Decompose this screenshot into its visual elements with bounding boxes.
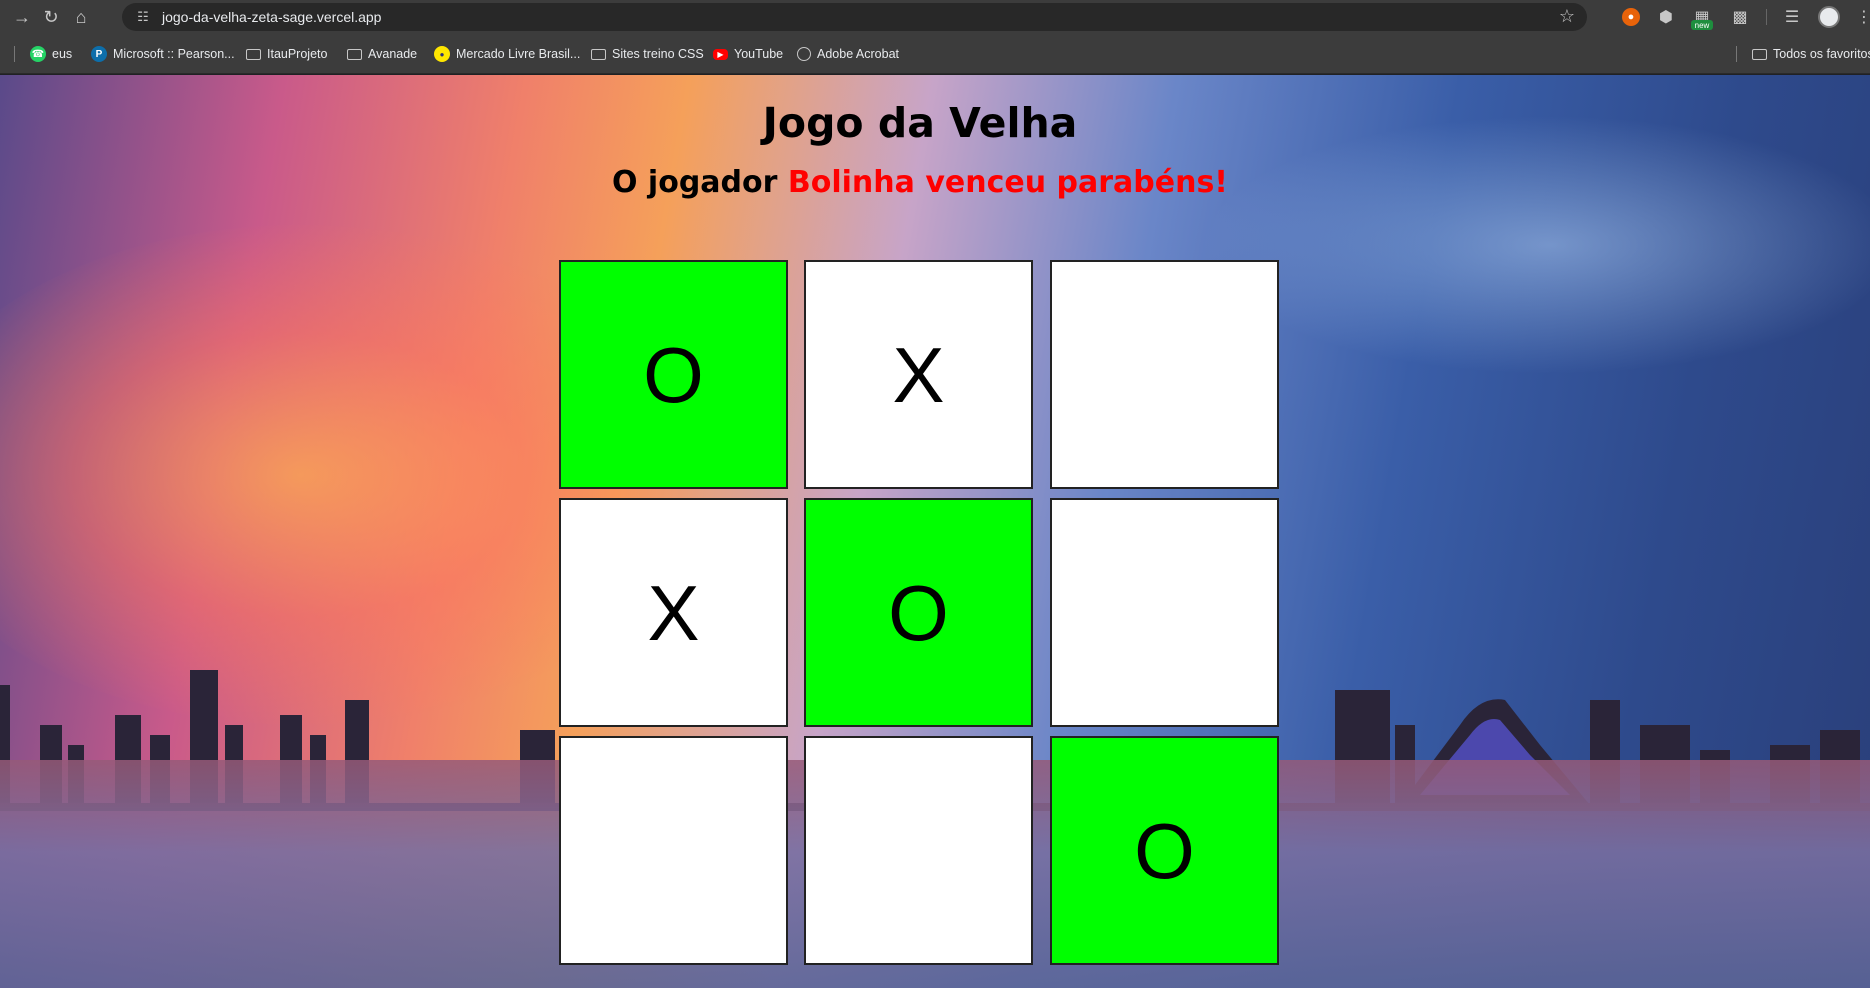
bookmark-star-icon[interactable]: ☆ xyxy=(1559,6,1575,27)
page-background: Jogo da Velha O jogador Bolinha venceu p… xyxy=(0,75,1870,988)
bookmark-avanade[interactable]: Avanade xyxy=(347,44,417,64)
game-status: O jogador Bolinha venceu parabéns! xyxy=(0,165,1840,200)
folder-icon xyxy=(1752,48,1767,60)
bookmark-mercadolivre[interactable]: ● Mercado Livre Brasil... xyxy=(434,44,580,64)
bookmark-label: Mercado Livre Brasil... xyxy=(456,47,581,61)
home-icon[interactable]: ⌂ xyxy=(63,0,99,34)
address-bar[interactable]: ☷ jogo-da-velha-zeta-sage.vercel.app ☆ xyxy=(122,3,1587,31)
game-board: O X X O O xyxy=(559,260,1279,982)
youtube-icon: ▶ xyxy=(713,48,728,60)
bookmark-label: Microsoft :: Pearson... xyxy=(113,47,235,61)
bookmark-label: eus xyxy=(52,47,73,61)
bookmarks-divider xyxy=(1736,46,1737,62)
browser-toolbar: → ↻ ⌂ ☷ jogo-da-velha-zeta-sage.vercel.a… xyxy=(0,0,1870,34)
board-cell-2[interactable] xyxy=(1050,260,1279,489)
bookmark-label: ItauProjeto xyxy=(267,47,328,61)
folder-icon xyxy=(347,48,362,60)
clouds xyxy=(1200,115,1870,375)
board-cell-3[interactable]: X xyxy=(559,498,788,727)
page-title: Jogo da Velha xyxy=(762,99,1078,147)
menu-icon[interactable]: ⋮ xyxy=(1852,5,1870,29)
bookmark-pearson[interactable]: P Microsoft :: Pearson... xyxy=(91,44,235,64)
reading-list-icon[interactable]: ☰ xyxy=(1780,5,1804,29)
toolbar-divider xyxy=(1766,9,1767,25)
bookmark-label: Adobe Acrobat xyxy=(817,47,900,61)
bookmark-sites-treino-css[interactable]: Sites treino CSS xyxy=(591,44,704,64)
status-prefix: O jogador xyxy=(611,165,788,200)
pearson-icon: P xyxy=(91,46,107,62)
orange-extension-icon[interactable]: ● xyxy=(1622,8,1640,26)
all-bookmarks[interactable]: Todos os favoritos xyxy=(1752,44,1870,64)
mercadolivre-icon: ● xyxy=(434,46,450,62)
bookmark-adobe-acrobat[interactable]: Adobe Acrobat xyxy=(797,44,899,64)
site-settings-icon[interactable]: ☷ xyxy=(130,3,156,31)
profile-avatar[interactable] xyxy=(1818,6,1840,28)
url-text[interactable]: jogo-da-velha-zeta-sage.vercel.app xyxy=(162,9,381,25)
bookmark-label: YouTube xyxy=(734,47,784,61)
bookmark-label: Avanade xyxy=(368,47,418,61)
bookmark-eus[interactable]: ☎ eus xyxy=(30,44,72,64)
board-cell-4[interactable]: O xyxy=(804,498,1033,727)
bookmarks-divider xyxy=(14,46,15,62)
folder-icon xyxy=(246,48,261,60)
bookmark-youtube[interactable]: ▶ YouTube xyxy=(713,44,783,64)
winner-text: Bolinha venceu parabéns! xyxy=(787,165,1228,200)
cube-extension-icon[interactable]: ⬢ xyxy=(1654,5,1678,29)
folder-icon xyxy=(591,48,606,60)
board-cell-0[interactable]: O xyxy=(559,260,788,489)
bookmark-itauprojeto[interactable]: ItauProjeto xyxy=(246,44,327,64)
board-cell-8[interactable]: O xyxy=(1050,736,1279,965)
board-cell-1[interactable]: X xyxy=(804,260,1033,489)
bookmark-label: Sites treino CSS xyxy=(612,47,704,61)
whatsapp-icon: ☎ xyxy=(30,46,46,62)
new-badge: new xyxy=(1691,20,1713,30)
bookmarks-bar: ☎ eus P Microsoft :: Pearson... ItauProj… xyxy=(0,34,1870,74)
all-bookmarks-label: Todos os favoritos xyxy=(1773,47,1870,61)
globe-icon xyxy=(797,47,811,61)
puzzle-extensions-icon[interactable]: ▩ xyxy=(1728,5,1752,29)
board-cell-7[interactable] xyxy=(804,736,1033,965)
board-cell-5[interactable] xyxy=(1050,498,1279,727)
board-cell-6[interactable] xyxy=(559,736,788,965)
